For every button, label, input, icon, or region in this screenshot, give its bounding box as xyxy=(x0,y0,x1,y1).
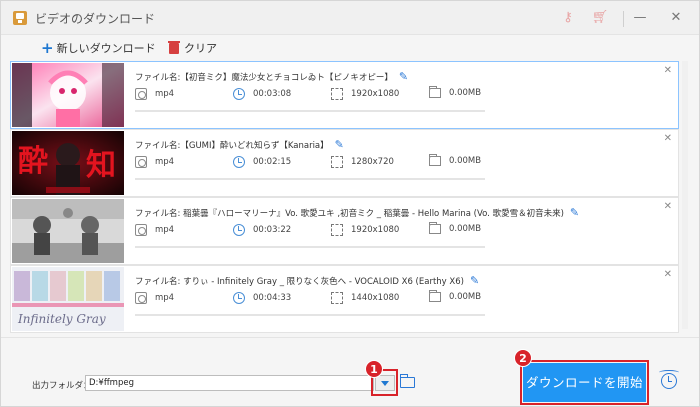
resolution-icon xyxy=(331,156,343,168)
clear-button[interactable]: クリア xyxy=(168,40,217,56)
close-icon[interactable]: ✕ xyxy=(664,65,672,76)
download-item[interactable]: Infinitely Gray ファイル名: すりぃ - Infinitely … xyxy=(10,265,679,333)
output-folder-input[interactable]: D:¥ffmpeg xyxy=(85,375,374,391)
video-thumbnail xyxy=(12,199,124,263)
new-download-button[interactable]: + 新しいダウンロード xyxy=(41,40,156,56)
clock-icon xyxy=(233,292,245,304)
start-download-button[interactable]: ダウンロードを開始 xyxy=(523,363,646,402)
app-logo-icon xyxy=(13,11,27,25)
folder-size-icon xyxy=(429,86,441,98)
size-info: 0.00MB xyxy=(429,154,481,166)
output-folder-label: 出力フォルダ： xyxy=(32,381,92,391)
video-format-icon xyxy=(135,156,147,168)
pencil-icon[interactable]: ✎ xyxy=(335,138,344,151)
trash-icon xyxy=(168,40,180,54)
plus-icon: + xyxy=(41,39,54,57)
clock-icon xyxy=(233,224,245,236)
thumbnail-caption: Infinitely Gray xyxy=(17,312,106,326)
close-icon[interactable]: ✕ xyxy=(664,133,672,144)
file-name: ファイル名: 稲葉曇『ハローマリーナ』Vo. 歌愛ユキ ,初音ミク _ 稲葉曇 … xyxy=(135,206,580,219)
video-thumbnail: Infinitely Gray xyxy=(12,267,124,331)
resolution-icon xyxy=(331,88,343,100)
new-download-label: 新しいダウンロード xyxy=(56,42,156,55)
download-progress xyxy=(135,314,485,316)
file-name: ファイル名:【初音ミク】魔法少女とチョコレゐト【ピノキオピー】 ✎ xyxy=(135,70,409,83)
duration-info: 00:03:08 xyxy=(233,88,291,100)
alarm-clock-icon[interactable] xyxy=(659,370,679,389)
duration-info: 00:04:33 xyxy=(233,292,291,304)
clear-label: クリア xyxy=(184,42,217,55)
size-info: 0.00MB xyxy=(429,222,481,234)
resolution-info: 1440x1080 xyxy=(331,292,399,304)
resolution-info: 1920x1080 xyxy=(331,88,399,100)
format-info: mp4 xyxy=(135,224,174,236)
close-icon[interactable]: ✕ xyxy=(664,201,672,212)
open-folder-icon[interactable] xyxy=(400,374,415,388)
video-format-icon xyxy=(135,224,147,236)
key-icon[interactable]: ⚷ xyxy=(559,9,577,27)
format-info: mp4 xyxy=(135,292,174,304)
pencil-icon[interactable]: ✎ xyxy=(470,274,479,287)
video-format-icon xyxy=(135,292,147,304)
format-info: mp4 xyxy=(135,156,174,168)
size-info: 0.00MB xyxy=(429,86,481,98)
pencil-icon[interactable]: ✎ xyxy=(399,70,408,83)
download-progress xyxy=(135,246,485,248)
video-thumbnail xyxy=(12,63,124,127)
duration-info: 00:03:22 xyxy=(233,224,291,236)
folder-size-icon xyxy=(429,222,441,234)
toolbar: + 新しいダウンロード クリア xyxy=(1,35,699,61)
file-name: ファイル名:【GUMI】酔いどれ知らず【Kanaria】 ✎ xyxy=(135,138,344,151)
title-bar: ビデオのダウンロード ⚷ 🛒︎ — ✕ xyxy=(1,1,699,35)
svg-text:知: 知 xyxy=(86,148,116,183)
resolution-info: 1920x1080 xyxy=(331,224,399,236)
window-title: ビデオのダウンロード xyxy=(35,12,156,26)
cart-icon[interactable]: 🛒︎ xyxy=(591,9,609,27)
download-item[interactable]: 酔 知 ファイル名:【GUMI】酔いどれ知らず【Kanaria】 ✎ mp4 00… xyxy=(10,129,679,197)
duration-info: 00:02:15 xyxy=(233,156,291,168)
clock-icon xyxy=(233,156,245,168)
resolution-info: 1280x720 xyxy=(331,156,394,168)
folder-size-icon xyxy=(429,154,441,166)
close-icon[interactable]: ✕ xyxy=(664,269,672,280)
download-progress xyxy=(135,110,485,112)
format-info: mp4 xyxy=(135,88,174,100)
resolution-icon xyxy=(331,292,343,304)
file-name: ファイル名: すりぃ - Infinitely Gray _ 限りなく灰色へ -… xyxy=(135,274,480,287)
folder-size-icon xyxy=(429,290,441,302)
svg-text:酔: 酔 xyxy=(18,144,48,179)
minimize-button[interactable]: — xyxy=(629,8,651,28)
video-thumbnail: 酔 知 xyxy=(12,131,124,195)
resolution-icon xyxy=(331,224,343,236)
annotation-badge-1: 1 xyxy=(365,360,383,378)
titlebar-divider xyxy=(623,11,624,27)
app-window: ビデオのダウンロード ⚷ 🛒︎ — ✕ + 新しいダウンロード クリア ファイル… xyxy=(0,0,700,407)
download-item[interactable]: ファイル名:【初音ミク】魔法少女とチョコレゐト【ピノキオピー】 ✎ mp4 00:… xyxy=(10,61,679,129)
bottom-bar: 出力フォルダ： D:¥ffmpeg 1 ダウンロードを開始 2 xyxy=(1,337,699,406)
annotation-badge-2: 2 xyxy=(514,349,532,367)
clock-icon xyxy=(233,88,245,100)
list-scrollbar[interactable] xyxy=(682,61,688,329)
size-info: 0.00MB xyxy=(429,290,481,302)
close-window-button[interactable]: ✕ xyxy=(665,8,687,28)
download-item[interactable]: ファイル名: 稲葉曇『ハローマリーナ』Vo. 歌愛ユキ ,初音ミク _ 稲葉曇 … xyxy=(10,197,679,265)
pencil-icon[interactable]: ✎ xyxy=(570,206,579,219)
video-format-icon xyxy=(135,88,147,100)
download-list: ファイル名:【初音ミク】魔法少女とチョコレゐト【ピノキオピー】 ✎ mp4 00:… xyxy=(10,61,679,333)
download-progress xyxy=(135,178,485,180)
